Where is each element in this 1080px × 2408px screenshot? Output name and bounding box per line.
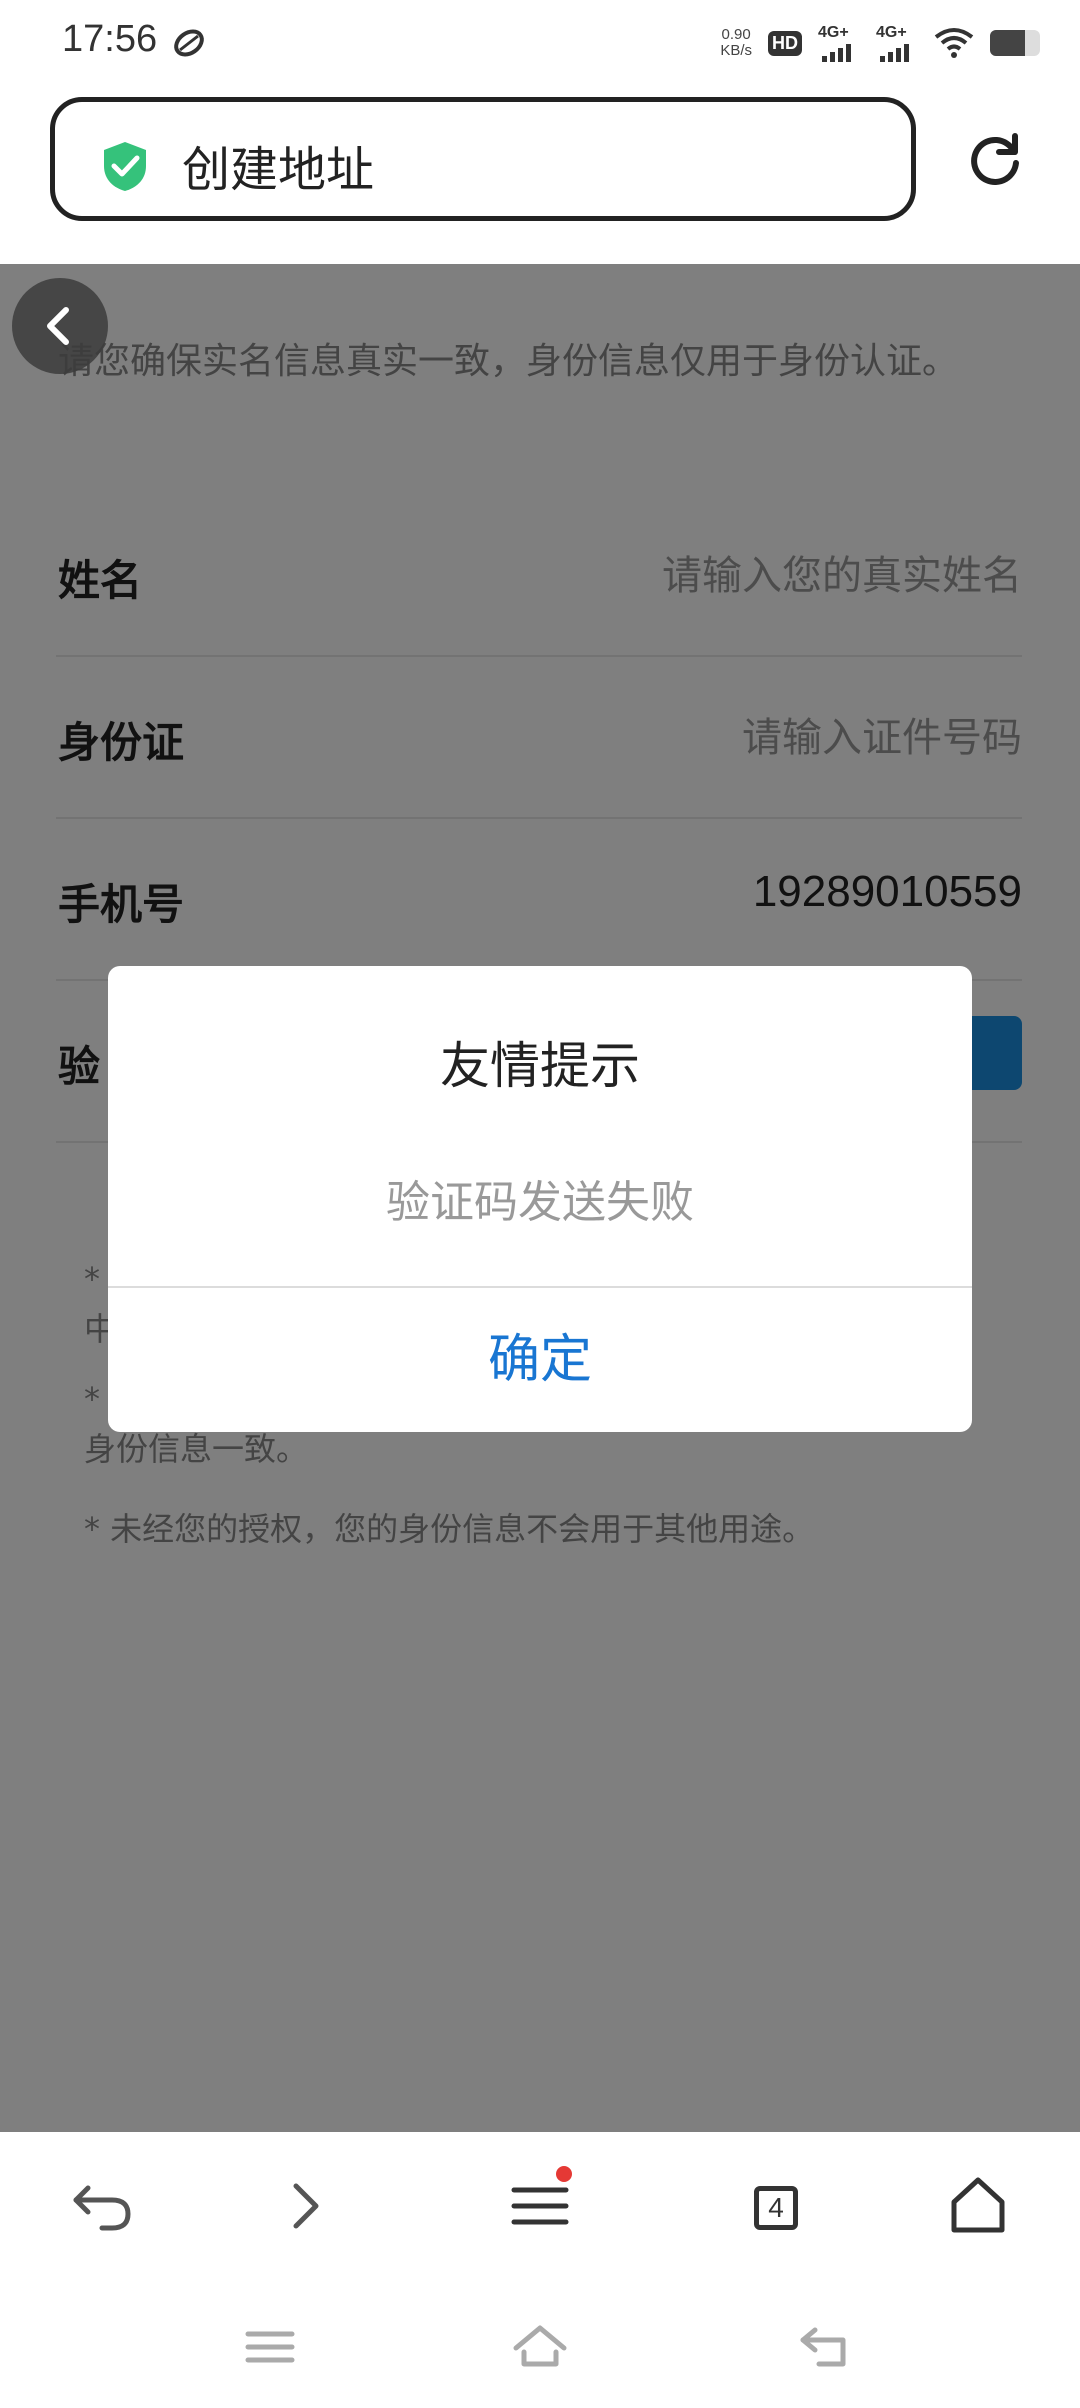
sim2-label: 4G+ — [876, 24, 907, 41]
app-notification-icon — [174, 29, 204, 57]
system-home-button[interactable] — [510, 2322, 570, 2372]
network-speed: 0.90 KB/s — [720, 27, 752, 59]
recent-apps-icon — [245, 2331, 295, 2363]
system-back-button[interactable] — [795, 2322, 855, 2372]
sim1-label: 4G+ — [818, 24, 849, 41]
secure-shield-icon — [104, 142, 146, 191]
status-icons: 0.90 KB/s HD 4G+ 4G+ — [720, 18, 1040, 68]
dialog-message: 验证码发送失败 — [386, 1177, 694, 1228]
chevron-left-icon — [47, 307, 69, 345]
hd-icon: HD — [768, 30, 802, 56]
confirm-button[interactable]: 确定 — [108, 1288, 972, 1432]
alert-dialog: 友情提示 验证码发送失败 确定 — [108, 966, 972, 1432]
forward-button[interactable] — [266, 2166, 346, 2246]
browser-toolbar: 4 — [0, 2132, 1080, 2282]
notification-dot — [556, 2166, 572, 2182]
system-back-icon — [800, 2327, 846, 2367]
reload-icon[interactable] — [965, 130, 1025, 190]
home-button[interactable] — [938, 2166, 1018, 2246]
dialog-title: 友情提示 — [440, 1037, 640, 1095]
home-icon — [951, 2177, 1005, 2233]
status-time: 17:56 — [62, 18, 158, 60]
wifi-icon — [934, 28, 974, 58]
system-home-icon — [513, 2325, 567, 2367]
network-speed-unit: KB/s — [720, 42, 752, 59]
signal-sim2-icon: 4G+ — [876, 24, 918, 62]
page-title: 创建地址 — [182, 142, 375, 198]
battery-icon — [990, 30, 1040, 56]
undo-arrow-icon — [73, 2185, 131, 2231]
back-button[interactable] — [12, 278, 108, 374]
recent-apps-button[interactable] — [240, 2322, 300, 2372]
tabs-button[interactable]: 4 — [734, 2166, 814, 2246]
signal-sim1-icon: 4G+ — [818, 24, 860, 62]
network-speed-value: 0.90 — [721, 26, 751, 43]
menu-button[interactable] — [500, 2166, 580, 2246]
tab-count-icon: 4 — [754, 2186, 798, 2230]
back-nav-button[interactable] — [62, 2166, 142, 2246]
status-bar: 17:56 0.90 KB/s HD 4G+ 4G+ — [0, 0, 1080, 88]
system-navigation-bar — [0, 2282, 1080, 2408]
address-bar[interactable]: 创建地址 — [50, 97, 916, 221]
chevron-right-icon — [293, 2183, 319, 2229]
